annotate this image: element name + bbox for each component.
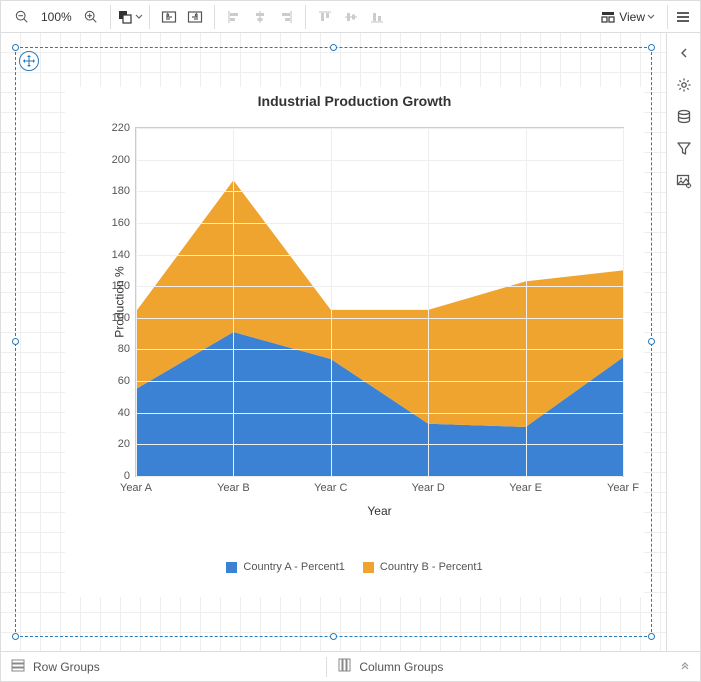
move-handle-icon[interactable]: [19, 51, 39, 71]
image-gear-icon: [676, 173, 692, 189]
align-left-button: [221, 4, 247, 30]
toolbar-divider: [667, 5, 668, 29]
chart-xtick: Year B: [217, 476, 250, 494]
chart-ytick: 120: [112, 280, 136, 292]
selected-item[interactable]: Industrial Production Growth Production …: [15, 47, 652, 637]
chart-xtick: Year D: [412, 476, 445, 494]
legend-swatch: [363, 562, 374, 573]
chart-plot-area: Production % Year 0204060801001201401601…: [135, 127, 624, 477]
right-rail: [666, 33, 700, 651]
filter-icon: [676, 141, 692, 157]
toolbar-divider: [305, 5, 306, 29]
layer-order-button[interactable]: [117, 4, 143, 30]
chart-xtick: Year A: [120, 476, 152, 494]
report-designer: 100%: [0, 0, 701, 682]
group-button[interactable]: [156, 4, 182, 30]
chart-legend: Country A - Percent1 Country B - Percent1: [65, 561, 644, 573]
chart-ytick: 200: [112, 154, 136, 166]
view-label: View: [619, 10, 645, 24]
ungroup-button[interactable]: [182, 4, 208, 30]
column-groups-icon: [337, 658, 351, 675]
footer-collapse-button[interactable]: [670, 652, 700, 682]
zoom-level[interactable]: 100%: [35, 10, 78, 24]
column-groups-label: Column Groups: [359, 660, 443, 674]
view-icon: [601, 10, 615, 24]
image-panel-button[interactable]: [671, 168, 697, 194]
chart-ylabel: Production %: [113, 266, 127, 337]
groups-footer: Row Groups Column Groups: [1, 651, 700, 681]
align-top-button: [312, 4, 338, 30]
chart[interactable]: Industrial Production Growth Production …: [65, 87, 644, 597]
align-right-button: [273, 4, 299, 30]
chart-ytick: 60: [118, 375, 136, 387]
chart-xtick: Year E: [509, 476, 542, 494]
parameters-panel-button[interactable]: [671, 136, 697, 162]
chart-ytick: 100: [112, 312, 136, 324]
legend-swatch: [226, 562, 237, 573]
row-groups-icon: [11, 658, 25, 675]
toolbar-divider: [214, 5, 215, 29]
legend-item: Country B - Percent1: [363, 561, 483, 573]
view-dropdown[interactable]: View: [595, 4, 665, 30]
align-middle-button: [338, 4, 364, 30]
legend-label: Country A - Percent1: [243, 561, 345, 573]
chart-xlabel: Year: [136, 504, 623, 518]
legend-label: Country B - Percent1: [380, 561, 483, 573]
toolbar-divider: [110, 5, 111, 29]
data-panel-button[interactable]: [671, 104, 697, 130]
chart-title: Industrial Production Growth: [65, 87, 644, 115]
menu-button[interactable]: [670, 4, 696, 30]
toolbar-divider: [149, 5, 150, 29]
design-canvas[interactable]: Industrial Production Growth Production …: [1, 33, 666, 651]
align-bottom-button: [364, 4, 390, 30]
chevron-down-icon: [647, 13, 655, 21]
zoom-out-button[interactable]: [9, 4, 35, 30]
gear-icon: [676, 77, 692, 93]
chart-xtick: Year F: [607, 476, 639, 494]
align-center-button: [247, 4, 273, 30]
chart-xtick: Year C: [314, 476, 347, 494]
chart-plot-svg: [136, 128, 623, 476]
chart-ytick: 80: [118, 343, 136, 355]
legend-item: Country A - Percent1: [226, 561, 345, 573]
database-icon: [676, 109, 692, 125]
chart-ytick: 20: [118, 438, 136, 450]
chart-ytick: 220: [112, 122, 136, 134]
zoom-in-button[interactable]: [78, 4, 104, 30]
chart-ytick: 180: [112, 185, 136, 197]
collapse-rail-button[interactable]: [671, 40, 697, 66]
chart-ytick: 140: [112, 249, 136, 261]
chart-ytick: 40: [118, 407, 136, 419]
chart-ytick: 160: [112, 217, 136, 229]
toolbar: 100%: [1, 1, 700, 33]
row-groups-label: Row Groups: [33, 660, 100, 674]
properties-panel-button[interactable]: [671, 72, 697, 98]
